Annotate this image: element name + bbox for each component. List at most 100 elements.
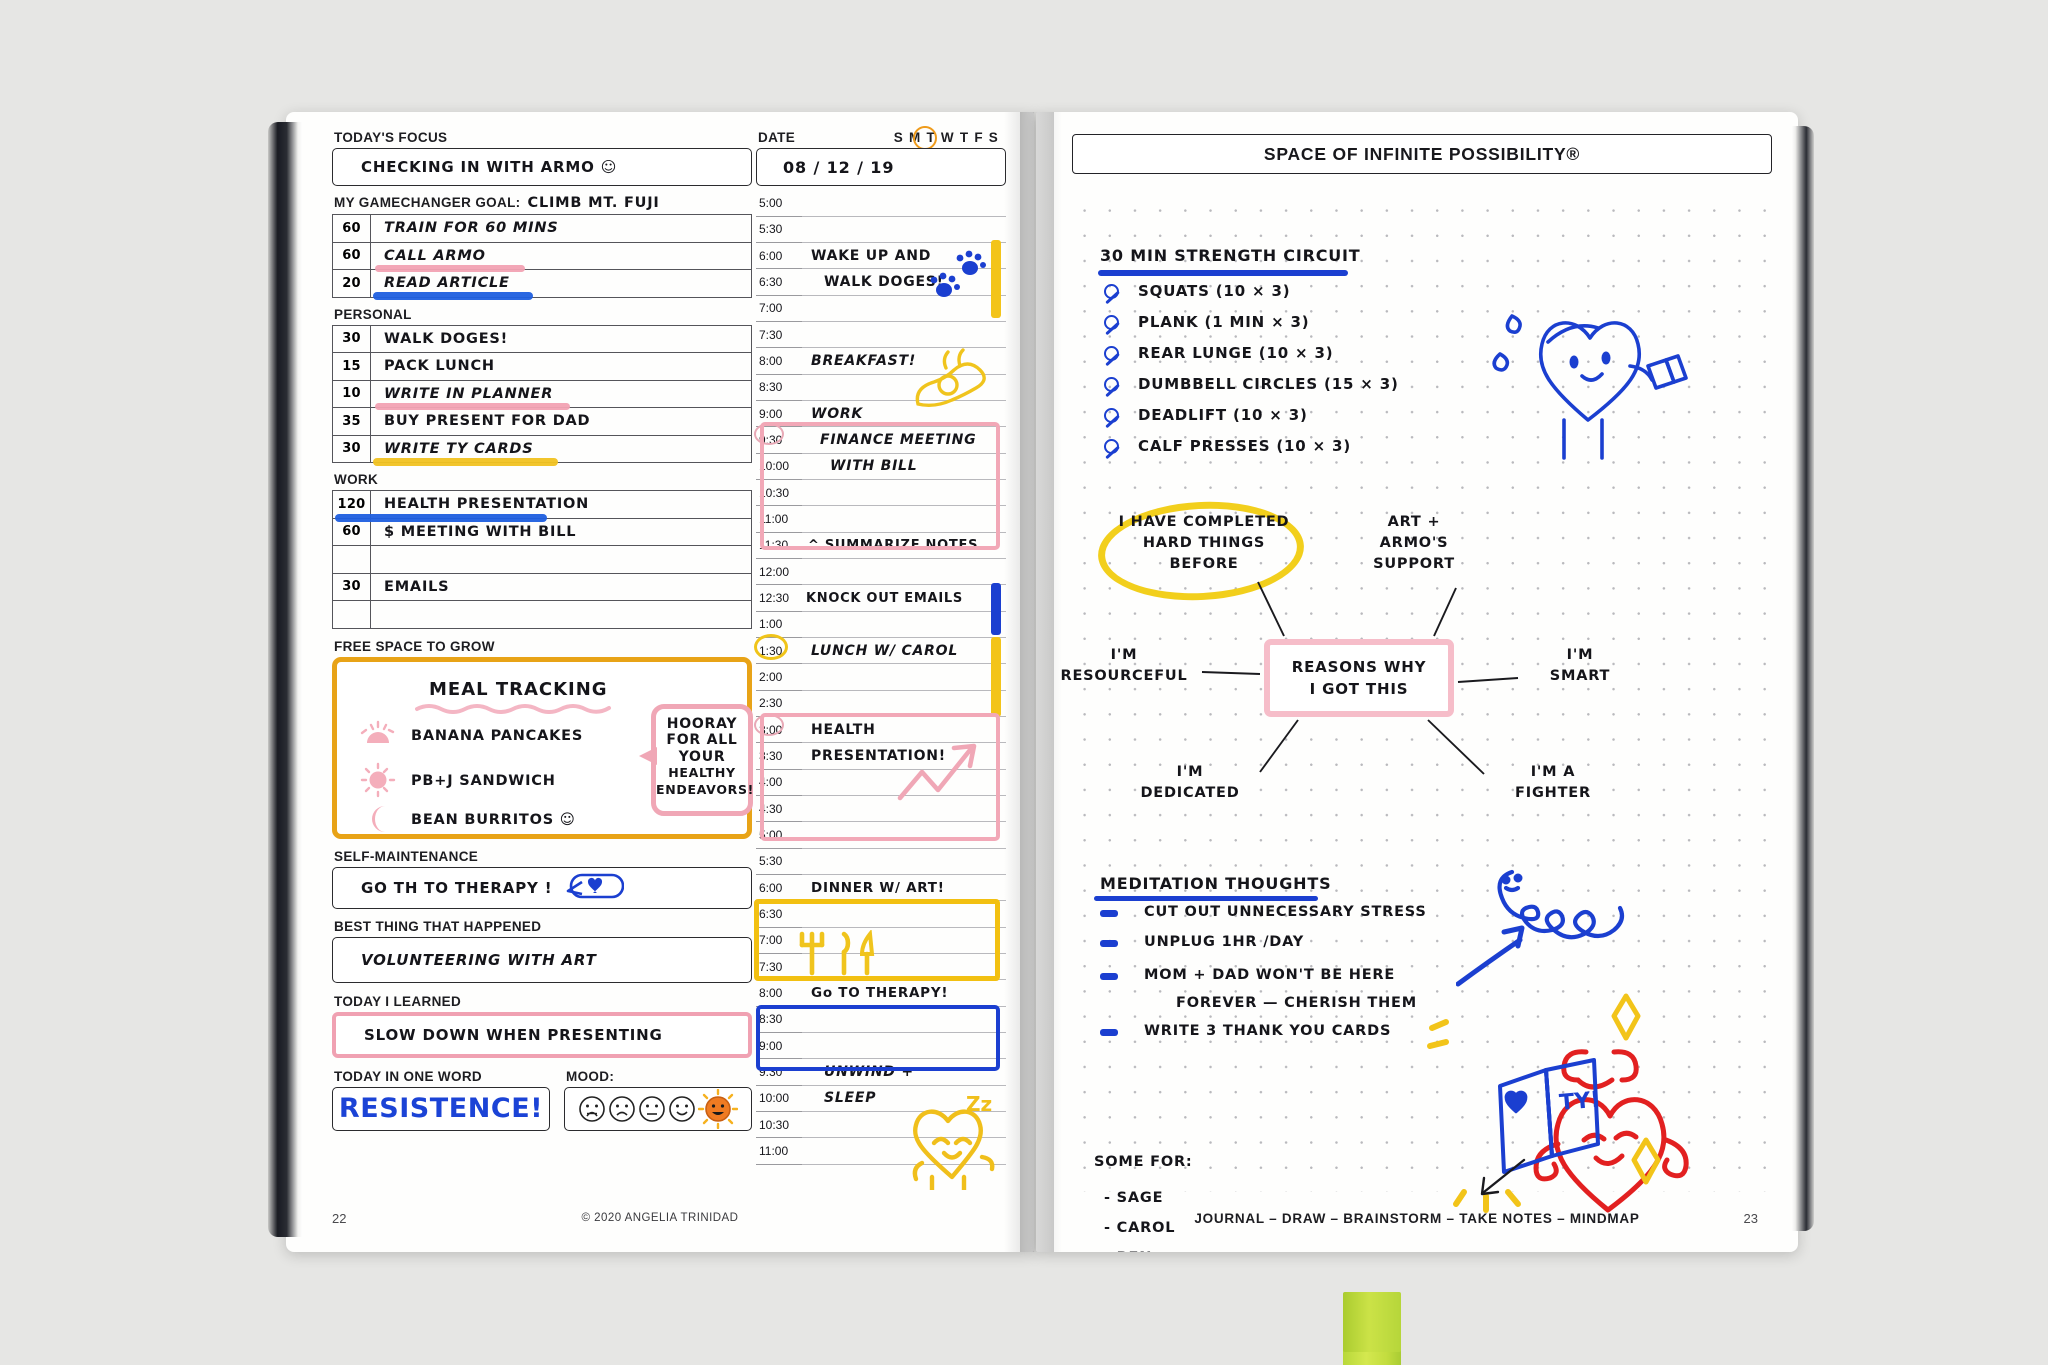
mood-face-sad[interactable] (608, 1095, 636, 1123)
bullet-dash (1100, 940, 1118, 947)
task-text-cell[interactable]: TRAIN FOR 60 MINS (370, 214, 752, 243)
sun-icon (360, 762, 396, 797)
today-learned-label: TODAY I LEARNED (334, 993, 462, 1009)
table-row[interactable]: 30 EMAILS (332, 572, 752, 601)
personal-task-table[interactable]: 30 WALK DOGES! 15 PACK LUNCH 10 WRITE IN PL… (332, 324, 752, 466)
fried-egg-icon (915, 348, 986, 408)
table-row[interactable]: 30 WALK DOGES! (332, 324, 752, 353)
free-space-label: FREE SPACE TO GROW (334, 638, 495, 654)
meal-text: BEAN BURRITOS ☺ (411, 811, 576, 828)
table-row[interactable] (332, 600, 752, 629)
one-word-value: RESISTENCE! (338, 1093, 544, 1124)
mood-label: MOOD: (566, 1068, 615, 1084)
meditation-item: UNPLUG 1HR /DAY (1144, 934, 1305, 950)
hooray-speech-bubble: HOORAY FOR ALL YOUR HEALTHY ENDEAVORS! (639, 703, 753, 816)
right-page-footer: JOURNAL – DRAW – BRAINSTORM – TAKE NOTES… (1194, 1211, 1640, 1226)
one-word-label: TODAY IN ONE WORD (334, 1068, 483, 1084)
table-row[interactable]: 60 TRAIN FOR 60 MINS (332, 214, 752, 243)
task-text-cell[interactable] (370, 545, 752, 574)
best-thing-label: BEST THING THAT HAPPENED (334, 918, 542, 934)
task-text: TRAIN FOR 60 MINS (384, 220, 559, 237)
table-row[interactable]: 30 WRITE TY CARDS (332, 434, 752, 466)
table-row[interactable]: 60 CALL ARMO (332, 241, 752, 272)
book-cover-right-edge (1792, 126, 1814, 1231)
paw-prints-icon (930, 250, 986, 297)
meal-text: BANANA PANCAKES (411, 727, 584, 744)
some-for-name: - SAGE (1104, 1190, 1164, 1206)
task-text: WRITE IN PLANNER (384, 385, 554, 402)
schedule-entry: LUNCH W/ CAROL (811, 642, 959, 659)
meditation-heading: MEDITATION THOUGHTS (1100, 874, 1332, 893)
task-text-cell[interactable]: PACK LUNCH (370, 352, 752, 381)
date-field[interactable]: 08 / 12 / 19 (756, 148, 1006, 186)
self-maintenance-label: SELF-MAINTENANCE (334, 848, 479, 864)
table-row[interactable]: 20 READ ARTICLE (332, 269, 752, 300)
sunrise-icon (360, 720, 395, 743)
schedule-grid[interactable]: 5:00 5:30 6:00 WAKE UP AND 6:30 WALK DOGES… (754, 190, 1006, 1190)
meditation-item-cont: FOREVER — CHERISH THEM (1176, 995, 1417, 1011)
some-for-name: - BEN (1104, 1250, 1152, 1252)
task-text-cell[interactable]: HEALTH PRESENTATION (335, 490, 752, 522)
svg-text:TY!: TY! (1558, 1088, 1601, 1116)
todays-focus-field[interactable]: CHECKING IN WITH ARMO ☺ (332, 148, 752, 186)
schedule-entry: WORK (811, 405, 864, 422)
task-text-cell[interactable]: BUY PRESENT FOR DAD (370, 407, 752, 436)
bubble-line-2: FOR ALL (666, 732, 738, 748)
task-text-cell[interactable]: WRITE TY CARDS (370, 434, 752, 466)
best-thing-value: VOLUNTEERING WITH ART (361, 950, 597, 969)
today-learned-field[interactable]: SLOW DOWN WHEN PRESENTING (332, 1011, 752, 1058)
gamechanger-task-table[interactable]: 60 TRAIN FOR 60 MINS 60 CALL ARMO 20 REA… (332, 214, 752, 300)
bullet-dash (1100, 910, 1118, 917)
free-space-box[interactable]: MEAL TRACKING BANANA PANCAKES PB+J SANDW… (332, 656, 753, 839)
task-minutes: 20 (332, 269, 371, 298)
gamechanger-goal-value: CLIMB MT. FUJI (527, 195, 660, 211)
schedule-entry: WAKE UP AND (811, 247, 932, 264)
table-row[interactable]: 120 HEALTH PRESENTATION (332, 490, 752, 522)
schedule-entry: Go TO THERAPY! (811, 985, 949, 1001)
task-text-cell[interactable]: $ MEETING WITH BILL (370, 517, 752, 546)
best-thing-field[interactable]: VOLUNTEERING WITH ART (332, 936, 752, 983)
bullet-dash (1100, 1029, 1118, 1036)
weekday-letters[interactable]: SMTWTFS (894, 130, 1004, 145)
table-row[interactable]: 15 PACK LUNCH (332, 352, 752, 381)
copyright-notice: © 2020 ANGELIA TRINIDAD (581, 1212, 739, 1224)
date-label: DATE (758, 130, 796, 145)
task-text: CALL ARMO (384, 247, 486, 264)
task-text: $ MEETING WITH BILL (384, 523, 577, 540)
task-text-cell[interactable]: WALK DOGES! (370, 324, 752, 353)
task-minutes: 30 (332, 324, 371, 353)
task-text: WRITE TY CARDS (384, 440, 534, 457)
meal-text: PB+J SANDWICH (411, 772, 556, 789)
task-text-cell[interactable]: EMAILS (370, 572, 752, 601)
bubble-line-1: HOORAY (666, 715, 738, 732)
task-minutes: 35 (332, 407, 371, 436)
bullet-dash (1100, 973, 1118, 980)
meditation-heading-underline (1094, 896, 1318, 901)
mood-face-very-sad[interactable] (578, 1095, 606, 1123)
mood-face-neutral[interactable] (638, 1095, 666, 1123)
task-text-cell[interactable]: CALL ARMO (370, 241, 752, 272)
table-row[interactable]: 60 $ MEETING WITH BILL (332, 517, 752, 546)
task-text-cell[interactable] (370, 600, 752, 629)
blue-time-bar (991, 583, 1001, 635)
mood-field[interactable] (564, 1086, 752, 1131)
work-task-table[interactable]: 120 HEALTH PRESENTATION 60 $ MEETING WITH … (332, 490, 752, 629)
book-cover-left-edge (268, 122, 302, 1237)
schedule-entry: SLEEP (824, 1090, 877, 1107)
self-maintenance-field[interactable]: GO TH TO THERAPY ! (332, 866, 752, 909)
mood-face-very-happy-selected[interactable] (698, 1088, 738, 1129)
self-maintenance-value: GO TH TO THERAPY ! (361, 878, 553, 897)
mood-face-happy[interactable] (668, 1095, 696, 1123)
task-text: BUY PRESENT FOR DAD (384, 413, 591, 430)
therapy-outline (756, 1005, 1000, 1071)
table-row[interactable]: 35 BUY PRESENT FOR DAD (332, 407, 752, 436)
table-row[interactable]: 10 WRITE IN PLANNER (332, 379, 752, 410)
schedule-entry: BREAKFAST! (811, 353, 917, 370)
one-word-field[interactable]: RESISTENCE! (332, 1086, 550, 1131)
task-text-cell[interactable]: READ ARTICLE (370, 269, 752, 300)
table-row[interactable] (332, 545, 752, 574)
schedule-entry: DINNER W/ ART! (811, 879, 945, 896)
task-text-cell[interactable]: WRITE IN PLANNER (370, 379, 752, 410)
schedule-column: DATE SMTWTFS 08 / 12 / 19 5:00 5:30 6:00… (754, 126, 1006, 1190)
yellow-sparkle-icon (1427, 1019, 1449, 1049)
